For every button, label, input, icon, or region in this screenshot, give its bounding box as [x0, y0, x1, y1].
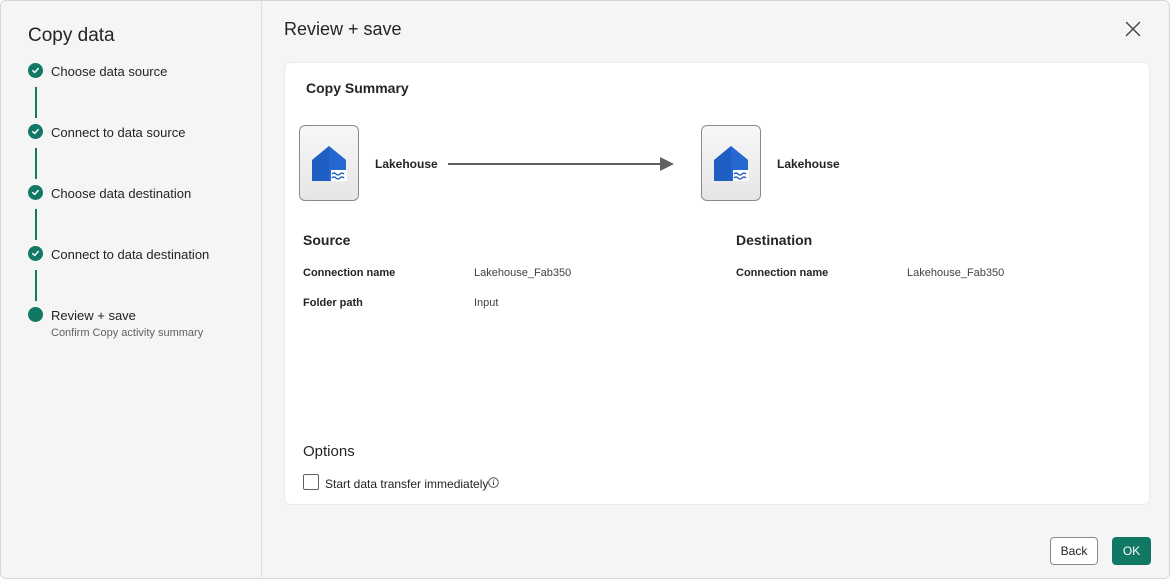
options-heading: Options [303, 443, 355, 460]
wizard-title: Copy data [28, 25, 115, 46]
copy-data-dialog: Copy data Choose data source Connect to … [0, 0, 1170, 579]
destination-tile-label: Lakehouse [777, 157, 840, 171]
copy-summary-card: Copy Summary Lakehouse Lakehouse Source … [284, 62, 1150, 505]
source-connection-name-value: Lakehouse_Fab350 [474, 267, 572, 279]
arrow-right-icon [448, 157, 674, 171]
checkmark-circle-icon [28, 246, 43, 261]
close-button[interactable] [1123, 19, 1143, 39]
start-transfer-checkbox[interactable] [303, 474, 319, 490]
source-tile-label: Lakehouse [375, 157, 438, 171]
destination-lakehouse-tile [701, 125, 761, 201]
ok-button[interactable]: OK [1112, 537, 1151, 565]
info-icon[interactable] [488, 477, 499, 488]
step-connector [35, 148, 37, 179]
main-panel: Review + save Copy Summary Lakehouse Lak… [263, 1, 1169, 578]
start-transfer-label: Start data transfer immediately [325, 477, 489, 491]
step-subtitle: Confirm Copy activity summary [51, 327, 204, 339]
checkmark-circle-icon [28, 63, 43, 78]
checkmark-circle-icon [28, 124, 43, 139]
lakehouse-icon [714, 146, 749, 181]
step-label: Connect to data destination [51, 247, 210, 262]
current-step-dot-icon [28, 307, 43, 322]
checkmark-circle-icon [28, 185, 43, 200]
source-folder-path-value: Input [474, 297, 499, 309]
step-label: Choose data destination [51, 186, 192, 201]
step-connector [35, 270, 37, 301]
lakehouse-icon [312, 146, 347, 181]
source-folder-path-key: Folder path [303, 297, 363, 309]
destination-heading: Destination [736, 232, 813, 248]
step-connector [35, 87, 37, 118]
wizard-sidebar: Copy data Choose data source Connect to … [1, 1, 262, 578]
page-title: Review + save [284, 19, 402, 39]
copy-summary-title: Copy Summary [306, 80, 409, 96]
step-connector [35, 209, 37, 240]
step-label: Review + save [51, 308, 136, 323]
back-button[interactable]: Back [1050, 537, 1098, 565]
source-lakehouse-tile [299, 125, 359, 201]
step-label: Connect to data source [51, 125, 186, 140]
source-heading: Source [303, 232, 351, 248]
close-icon [1125, 21, 1141, 37]
destination-connection-name-value: Lakehouse_Fab350 [907, 267, 1005, 279]
destination-connection-name-key: Connection name [736, 267, 829, 279]
source-connection-name-key: Connection name [303, 267, 396, 279]
step-label: Choose data source [51, 64, 168, 79]
